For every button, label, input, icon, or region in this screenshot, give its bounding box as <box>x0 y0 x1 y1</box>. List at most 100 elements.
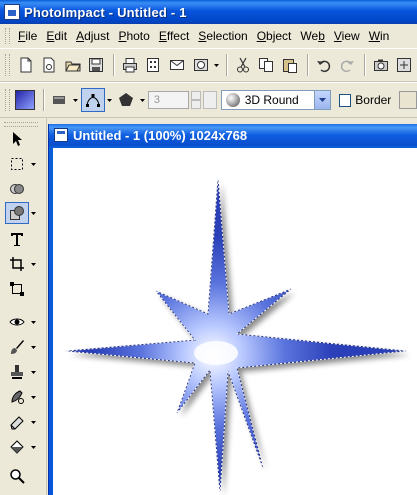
menu-window[interactable]: Win <box>367 29 397 43</box>
capture-icon[interactable] <box>190 54 212 76</box>
menu-edit-label: dit <box>54 29 68 43</box>
menu-photo-label: hoto <box>126 29 150 43</box>
menu-adjust[interactable]: Adjust <box>74 29 116 43</box>
menu-photo[interactable]: Photo <box>116 29 156 43</box>
document-title-bar[interactable]: Untitled - 1 (100%) 1024x768 <box>49 124 417 146</box>
undo-icon[interactable] <box>313 54 335 76</box>
selection-tool-dropdown[interactable] <box>31 153 36 175</box>
menu-adjust-mnemonic: A <box>76 29 85 43</box>
menu-web[interactable]: Web <box>298 29 331 43</box>
tool-panel-grip[interactable] <box>4 122 38 127</box>
tool-panel <box>0 118 47 495</box>
style-select-value: 3D Round <box>244 93 299 107</box>
fill-color-swatch[interactable] <box>14 90 35 110</box>
menu-effect-mnemonic: E <box>158 29 167 43</box>
menu-bar-grip[interactable] <box>5 28 10 44</box>
redo-icon[interactable] <box>336 54 358 76</box>
crop-tool-icon[interactable] <box>5 253 29 275</box>
capture-dropdown-arrow[interactable] <box>213 54 220 76</box>
app-title: PhotoImpact - Untitled - 1 <box>24 4 187 20</box>
shape-type-icon[interactable] <box>49 89 71 111</box>
new-from-template-icon[interactable] <box>38 54 60 76</box>
path-edit-dropdown-arrow[interactable] <box>107 89 114 111</box>
toolbar-grip[interactable] <box>5 54 10 76</box>
border-label: Border <box>355 93 392 107</box>
style-select[interactable]: 3D Round <box>220 90 331 110</box>
toolbar-separator <box>226 54 229 76</box>
paste-icon[interactable] <box>279 54 301 76</box>
retouch-tool-icon[interactable] <box>5 386 29 408</box>
selection-tool-icon[interactable] <box>5 153 29 175</box>
menu-view[interactable]: View <box>332 29 367 43</box>
stamp-tool-icon[interactable] <box>5 361 29 383</box>
border-checkbox[interactable] <box>338 93 352 107</box>
redeye-tool-icon[interactable] <box>5 311 29 333</box>
fill-tool-dropdown[interactable] <box>31 436 36 458</box>
component-tool-icon[interactable] <box>5 178 29 200</box>
redeye-tool-dropdown[interactable] <box>31 311 36 333</box>
menu-effect[interactable]: Effect <box>157 29 196 43</box>
options-icon[interactable] <box>393 54 415 76</box>
spin-up-button[interactable] <box>191 91 201 100</box>
text-tool-icon[interactable] <box>5 228 29 250</box>
standard-toolbar <box>0 48 417 82</box>
app-title-bar: PhotoImpact - Untitled - 1 <box>0 0 417 24</box>
spin-down-button[interactable] <box>191 100 201 109</box>
stamp-tool-dropdown[interactable] <box>31 361 36 383</box>
path-edit-icon[interactable] <box>80 88 105 112</box>
menu-selection-label: election <box>206 29 248 43</box>
menu-view-label: iew <box>341 29 360 43</box>
paint-brush-tool-icon[interactable] <box>5 336 29 358</box>
eraser-tool-dropdown[interactable] <box>31 411 36 433</box>
line-width-input[interactable]: 3 <box>147 91 190 109</box>
path-drawing-tool-icon[interactable] <box>5 202 29 224</box>
new-icon[interactable] <box>15 54 37 76</box>
star-object[interactable] <box>53 148 417 495</box>
pentagon-icon[interactable] <box>115 89 137 111</box>
scan-icon[interactable] <box>143 54 165 76</box>
eraser-tool-icon[interactable] <box>5 411 29 433</box>
toolbar-separator <box>113 54 116 76</box>
transform-tool-icon[interactable] <box>5 278 29 300</box>
toolbar-separator <box>363 54 366 76</box>
toolbar-separator <box>306 54 309 76</box>
line-width-spinner[interactable] <box>191 91 201 109</box>
zoom-tool-icon[interactable] <box>5 465 29 487</box>
menu-effect-label: ffect <box>166 29 190 43</box>
menu-adjust-label: djust <box>84 29 110 43</box>
camera-icon[interactable] <box>370 54 392 76</box>
menu-edit[interactable]: Edit <box>44 29 74 43</box>
crop-tool-dropdown[interactable] <box>31 253 36 275</box>
fill-tool-icon[interactable] <box>5 436 29 458</box>
retouch-tool-dropdown[interactable] <box>31 386 36 408</box>
print-icon[interactable] <box>119 54 141 76</box>
menu-object[interactable]: Object <box>255 29 299 43</box>
attribute-toolbar-grip[interactable] <box>5 89 10 111</box>
line-width-dropdown[interactable] <box>202 91 217 109</box>
copy-icon[interactable] <box>256 54 278 76</box>
chevron-down-icon[interactable] <box>313 91 330 109</box>
paint-brush-tool-dropdown[interactable] <box>31 336 36 358</box>
menu-window-mnemonic: W <box>368 29 381 43</box>
menu-object-mnemonic: O <box>256 29 267 43</box>
shape-type-dropdown-arrow[interactable] <box>72 89 79 111</box>
cut-icon[interactable] <box>232 54 254 76</box>
pentagon-dropdown-arrow[interactable] <box>139 89 146 111</box>
pick-tool-icon[interactable] <box>5 128 29 150</box>
save-icon[interactable] <box>86 54 108 76</box>
menu-bar: File Edit Adjust Photo Effect Selection … <box>0 24 417 48</box>
image-canvas[interactable] <box>53 148 417 495</box>
menu-file[interactable]: File <box>16 29 44 43</box>
open-icon[interactable] <box>62 54 84 76</box>
menu-web-mnemonic: b <box>318 29 325 43</box>
menu-selection[interactable]: Selection <box>196 29 254 43</box>
menu-window-label: in <box>380 29 390 43</box>
toolbar-separator <box>42 89 45 111</box>
attribute-toolbar: 3 3D Round Border <box>0 82 417 118</box>
email-icon[interactable] <box>166 54 188 76</box>
border-color-swatch[interactable] <box>399 91 417 109</box>
document-icon[interactable] <box>54 128 68 142</box>
menu-web-label: We <box>300 29 319 43</box>
photoimpact-app-icon[interactable] <box>4 4 20 20</box>
path-drawing-tool-dropdown[interactable] <box>31 202 36 224</box>
